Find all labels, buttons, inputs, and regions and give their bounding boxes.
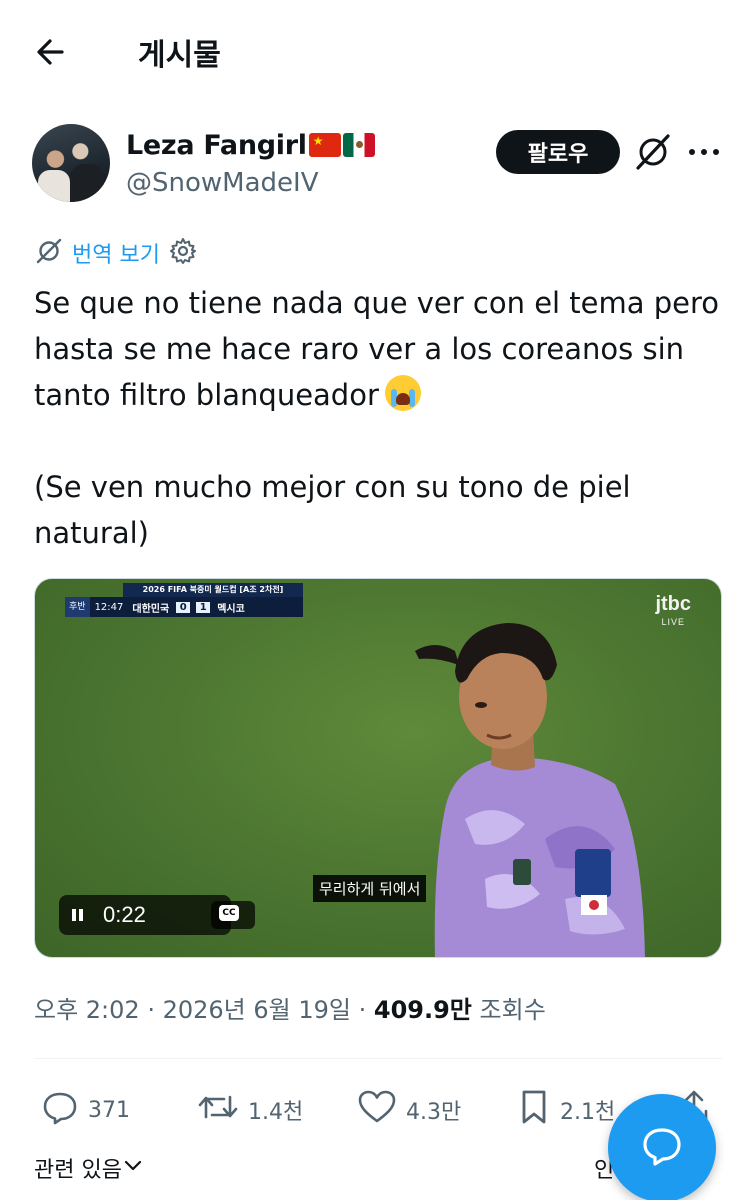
related-label: 관련 있음 <box>34 1158 122 1183</box>
post-time: 오후 2:02 <box>34 996 140 1024</box>
follow-button[interactable]: 팔로우 <box>496 130 620 174</box>
video-subtitle: 무리하게 뒤에서 <box>313 875 427 902</box>
closed-captions-button[interactable]: CC <box>211 901 255 929</box>
author-name-text: Leza Fangirl <box>126 130 307 161</box>
grok-icon[interactable] <box>632 130 674 174</box>
scoreboard-home-score: 0 <box>176 601 191 613</box>
scoreboard-away-score: 1 <box>196 601 211 613</box>
translate-label[interactable]: 번역 보기 <box>72 237 160 269</box>
settings-gear-icon[interactable] <box>168 236 198 270</box>
more-options-icon[interactable] <box>684 134 724 170</box>
scoreboard-away: 멕시코 <box>217 603 245 615</box>
scoreboard: 2026 FIFA 북중미 월드컵 [A조 2차전] 후반 12:47 대한민국… <box>65 583 303 621</box>
post-text: Se que no tiene nada que ver con el tema… <box>34 280 734 556</box>
grok-translate-icon <box>34 236 64 270</box>
post-paragraph: (Se ven mucho mejor con su tono de piel … <box>34 470 640 550</box>
view-count-label: 조회수 <box>479 996 546 1024</box>
scoreboard-half: 후반 <box>65 597 90 617</box>
post-meta: 오후 2:02 · 2026년 6월 19일 · 409.9만 조회수 <box>34 996 546 1024</box>
like-button[interactable]: 4.3만 <box>356 1086 461 1134</box>
heart-icon <box>356 1087 406 1133</box>
crying-face-icon <box>384 375 421 411</box>
repost-icon <box>196 1087 248 1133</box>
divider <box>34 1058 722 1059</box>
player-figure <box>415 623 645 957</box>
player-controls: 0:22 CC <box>59 895 255 935</box>
scoreboard-home: 대한민국 <box>132 603 170 615</box>
video-time: 0:22 <box>103 902 146 927</box>
scoreboard-clock: 12:47 <box>94 601 124 613</box>
bookmark-icon <box>516 1087 560 1133</box>
mx-flag-icon <box>342 133 375 157</box>
repost-button[interactable]: 1.4천 <box>196 1086 303 1134</box>
back-arrow-icon[interactable] <box>32 34 72 70</box>
repost-count: 1.4천 <box>248 1100 304 1125</box>
reply-count: 371 <box>88 1097 130 1123</box>
view-count: 409.9만 <box>373 996 472 1024</box>
author-handle[interactable]: @SnowMadeIV <box>126 168 318 198</box>
related-dropdown[interactable]: 관련 있음 <box>34 1152 144 1184</box>
chat-bubble-icon <box>638 1122 686 1174</box>
like-count: 4.3만 <box>406 1100 462 1125</box>
scoreboard-title: 2026 FIFA 북중미 월드컵 [A조 2차전] <box>123 583 303 597</box>
video-player[interactable]: 2026 FIFA 북중미 월드컵 [A조 2차전] 후반 12:47 대한민국… <box>34 578 722 958</box>
pause-icon[interactable] <box>71 907 85 923</box>
chevron-down-icon <box>122 1154 144 1182</box>
reply-button[interactable]: 371 <box>40 1086 130 1134</box>
bookmark-button[interactable]: 2.1천 <box>516 1086 615 1134</box>
post-author: Leza Fangirl @SnowMadeIV 팔로우 <box>32 124 722 208</box>
bookmark-count: 2.1천 <box>560 1100 616 1125</box>
compose-reply-fab[interactable] <box>608 1094 716 1200</box>
post-paragraph-spacer <box>34 418 734 464</box>
page-title: 게시물 <box>138 38 221 73</box>
reply-icon <box>40 1087 88 1133</box>
translate-row[interactable]: 번역 보기 <box>34 236 198 270</box>
cc-icon: CC <box>219 905 239 921</box>
top-bar: 게시물 <box>0 0 754 100</box>
avatar[interactable] <box>32 124 110 202</box>
cn-flag-icon <box>308 133 341 157</box>
post-date[interactable]: 2026년 6월 19일 <box>163 996 351 1024</box>
post-paragraph: Se que no tiene nada que ver con el tema… <box>34 286 729 412</box>
author-name[interactable]: Leza Fangirl <box>126 130 375 161</box>
